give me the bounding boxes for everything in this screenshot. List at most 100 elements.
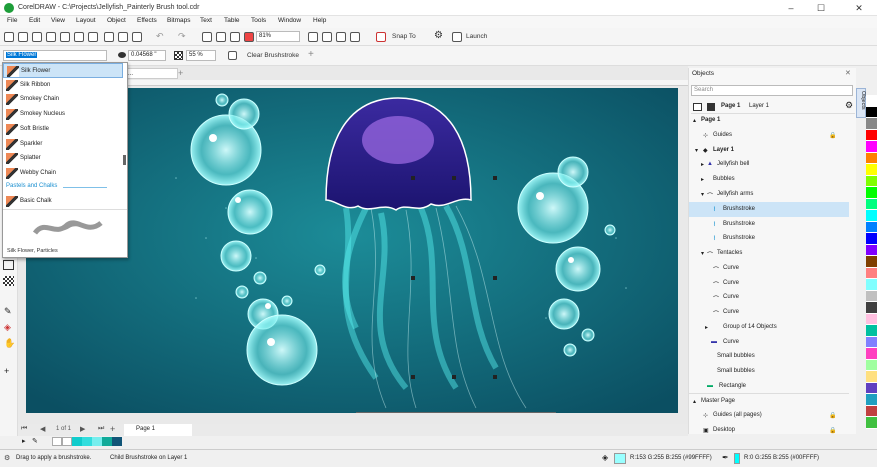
add-property-button[interactable]: + [308,49,314,60]
tree-row-tentacles[interactable]: ▾ ⌒ Tentacles [689,246,849,261]
panel-close-icon[interactable]: ✕ [845,69,851,77]
menu-file[interactable]: File [7,17,17,24]
open-icon[interactable] [18,32,28,42]
swatch[interactable] [52,437,62,446]
options-gear-icon[interactable]: ⚙ [434,30,443,41]
tree-row-curve[interactable]: ⌒ Curve [689,305,849,320]
swatch[interactable] [62,437,72,446]
tree-row-page-1[interactable]: ▴ Page 1 [689,113,849,128]
palette-swatch[interactable] [866,164,877,176]
palette-swatch[interactable] [866,95,877,107]
palette-swatch[interactable] [866,279,877,291]
menu-window[interactable]: Window [278,17,301,24]
palette-expand-icon[interactable]: ▸ [22,437,26,445]
redo-icon[interactable]: ↷ [178,31,186,42]
palette-swatch[interactable] [866,244,877,256]
page-tab[interactable]: Page 1 [124,424,192,436]
palette-swatch[interactable] [866,106,877,118]
palette-swatch[interactable] [866,302,877,314]
palette-eyedropper-icon[interactable]: ✎ [32,437,38,445]
snap-to-dropdown[interactable]: Snap To [392,33,416,40]
rectangle-tool-icon[interactable] [3,260,14,270]
palette-swatch[interactable] [866,267,877,279]
palette-swatch[interactable] [866,175,877,187]
dropdown-scrollbar-thumb[interactable] [123,155,126,165]
fill-tool-icon[interactable]: ◈ [4,322,11,333]
tree-row-brushstroke-2[interactable]: ⌇ Brushstroke [689,217,849,232]
clear-brushstroke-button[interactable]: Clear Brushstroke [247,52,299,59]
brush-item-soft-bristle[interactable]: Soft Bristle [3,122,123,137]
menu-object[interactable]: Object [107,17,126,24]
palette-swatch[interactable] [866,210,877,222]
new-document-icon[interactable] [4,32,14,42]
smart-fill-tool-icon[interactable]: ✋ [4,338,15,349]
palette-swatch[interactable] [866,336,877,348]
rulers-icon[interactable] [322,32,332,42]
fill-color-swatch[interactable] [614,453,626,464]
menu-bitmaps[interactable]: Bitmaps [167,17,190,24]
swatch[interactable] [102,437,112,446]
tree-row-curve[interactable]: ⌒ Curve [689,290,849,305]
opacity-field[interactable]: 55 % [186,50,216,61]
brush-item-silk-flower[interactable]: Silk Flower [3,63,123,78]
palette-swatch[interactable] [866,256,877,268]
menu-view[interactable]: View [51,17,65,24]
paste-icon[interactable] [132,32,142,42]
maximize-button[interactable]: ☐ [808,0,834,16]
palette-swatch[interactable] [866,141,877,153]
objects-search-input[interactable]: Search [691,85,853,96]
snap-icon[interactable] [376,32,386,42]
tree-row-curve[interactable]: ▬ Curve [689,335,849,350]
grid-icon[interactable] [336,32,346,42]
import-icon[interactable] [216,32,226,42]
palette-swatch[interactable] [866,129,877,141]
palette-swatch[interactable] [866,313,877,325]
palette-swatch[interactable] [866,233,877,245]
swatch[interactable] [92,437,102,446]
brush-item-sparkler[interactable]: Sparkler [3,137,123,152]
palette-swatch[interactable] [866,405,877,417]
brush-item-smokey-nucleus[interactable]: Smokey Nucleus [3,107,123,122]
tree-row-guides[interactable]: ⊹ Guides 🔒 [689,128,849,143]
cloud-icon[interactable] [46,32,56,42]
palette-swatch[interactable] [866,290,877,302]
tree-row-small-bubbles[interactable]: Small bubbles [689,364,849,379]
brush-item-webby-chain[interactable]: Webby Chain [3,166,123,181]
menu-text[interactable]: Text [200,17,212,24]
brush-item-smokey-chain[interactable]: Smokey Chain [3,92,123,107]
brush-size-field[interactable]: 0.04568 " [128,50,166,61]
print-icon[interactable] [88,32,98,42]
palette-swatch[interactable] [866,359,877,371]
tree-row-guides-all-pages[interactable]: ⊹ Guides (all pages) 🔒 [689,408,849,423]
upload-icon[interactable] [60,32,70,42]
tree-row-desktop[interactable]: ▣ Desktop 🔒 [689,423,849,438]
menu-help[interactable]: Help [313,17,326,24]
tree-row-layer-1[interactable]: ▾ ◆ Layer 1 [689,143,849,158]
palette-swatch[interactable] [866,198,877,210]
export-icon[interactable] [230,32,240,42]
search-content-icon[interactable] [202,32,212,42]
new-tab-icon[interactable]: + [178,68,188,79]
tree-row-jellyfish-arms[interactable]: ▾ ⌒ Jellyfish arms [689,187,849,202]
swatch[interactable] [112,437,122,446]
palette-swatch[interactable] [866,325,877,337]
last-page-icon[interactable]: ⏭ [98,425,104,433]
tree-row-bubbles[interactable]: ▸ Bubbles [689,172,849,187]
brush-item-basic-chalk[interactable]: Basic Chalk [3,194,123,209]
swatch[interactable] [82,437,92,446]
tree-row-small-bubbles[interactable]: Small bubbles [689,349,849,364]
tree-row-jellyfish-bell[interactable]: ▸ ▲ Jellyfish bell [689,157,849,172]
outline-color-swatch[interactable] [734,453,740,464]
brush-item-silk-ribbon[interactable]: Silk Ribbon [3,78,123,93]
next-page-icon[interactable]: ▶ [80,425,85,433]
objects-side-tab[interactable]: Objects [856,88,866,118]
tree-row-group[interactable]: ▸ Group of 14 Objects [689,320,849,335]
palette-swatch[interactable] [866,371,877,383]
download-icon[interactable] [74,32,84,42]
brush-item-splatter[interactable]: Splatter [3,151,123,166]
tree-row-brushstroke-1[interactable]: ⌇ Brushstroke [689,202,849,217]
full-screen-icon[interactable] [308,32,318,42]
zoom-level-field[interactable]: 81% [256,31,300,42]
palette-swatch[interactable] [866,394,877,406]
palette-swatch[interactable] [866,417,877,429]
